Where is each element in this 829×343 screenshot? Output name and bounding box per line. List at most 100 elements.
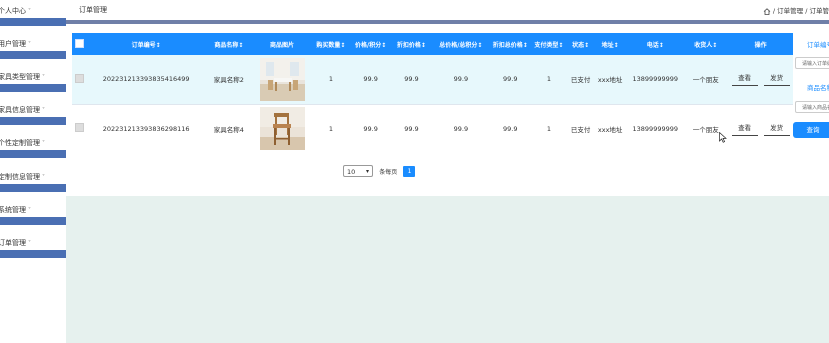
sidebar: 个人中心 ˅ 用户管理 ˅ 家具类型管理 ˅ 家具信息管理 ˅ 个性定制管理 ˅ 定制信息…: [0, 0, 66, 343]
status-cell: 已支付: [570, 76, 591, 85]
sidebar-item-custom-info[interactable]: 定制信息管理 ˅: [0, 166, 66, 192]
column-header-address[interactable]: 地址↕: [594, 33, 626, 55]
sidebar-item-furniture-info[interactable]: 家具信息管理 ˅: [0, 99, 66, 125]
pay-type-cell: 1: [546, 75, 551, 84]
sidebar-item-personal-center[interactable]: 个人中心 ˅: [0, 0, 66, 26]
receiver-cell: 一个朋友: [692, 76, 719, 85]
sidebar-item-label: 定制信息管理 ˅: [0, 173, 45, 181]
sidebar-item-orders[interactable]: 订单管理 ˅: [0, 232, 66, 258]
order-no-search-input[interactable]: 请输入订单编号: [795, 57, 829, 69]
product-name-cell: 家具名称4: [205, 103, 253, 153]
sidebar-item-users[interactable]: 用户管理 ˅: [0, 33, 66, 59]
ship-button[interactable]: 发货: [763, 72, 790, 87]
discount-price-cell: 99.9: [404, 75, 419, 84]
phone-cell: 13899999999: [626, 103, 685, 153]
product-image: [259, 57, 305, 101]
order-no-cell: 2022312133938354164​99: [102, 75, 190, 84]
discount-total-cell: 99.9: [503, 75, 518, 84]
sidebar-divider: [0, 250, 66, 258]
column-header-phone[interactable]: 电话↕: [626, 33, 684, 55]
sidebar-divider: [0, 84, 66, 92]
chevron-down-icon: ˅: [42, 174, 45, 181]
order-no-label: 订单编号: [807, 41, 829, 49]
breadcrumb: / 订单管理 / 订单管: [763, 5, 829, 15]
sidebar-item-label: 家具类型管理 ˅: [0, 73, 45, 81]
sidebar-item-label: 个人中心 ˅: [0, 7, 31, 15]
search-panel: 订单编号 请输入订单编号 商品名称 请输入商品名称 查询: [793, 33, 829, 143]
price-cell: 99.9: [350, 103, 392, 153]
phone-cell: 13899999999: [632, 75, 679, 84]
price-cell: 99.9: [363, 75, 378, 84]
home-icon[interactable]: [763, 7, 771, 15]
row-select-cell[interactable]: [72, 55, 87, 104]
sidebar-item-label: 个性定制管理 ˅: [0, 139, 45, 147]
column-header-product-name[interactable]: 商品名称↕: [205, 33, 252, 55]
row-select-cell[interactable]: [72, 103, 88, 153]
product-image-cell: [252, 103, 312, 153]
product-name-cell: 家具名称2: [213, 76, 244, 85]
ship-button[interactable]: 发货: [763, 122, 790, 136]
page-title: 订单管理: [79, 6, 107, 14]
mouse-cursor-icon: [719, 132, 727, 143]
product-name-search-input[interactable]: 请输入商品名称: [795, 101, 829, 113]
orders-table: 订单编号↕ 商品名称↕ 商品图片 购买数量↕ 价格/积分↕ 折扣价格↕ 总价格/…: [72, 33, 794, 153]
column-header-receiver[interactable]: 收货人↕: [684, 33, 727, 55]
sidebar-divider: [0, 184, 66, 192]
breadcrumb-text[interactable]: / 订单管理 / 订单管: [773, 7, 829, 15]
column-header-quantity[interactable]: 购买数量↕: [312, 33, 351, 55]
sidebar-divider: [0, 217, 66, 225]
search-button[interactable]: 查询: [793, 122, 829, 138]
sidebar-item-furniture-types[interactable]: 家具类型管理 ˅: [0, 66, 66, 92]
quantity-cell: 1: [328, 75, 333, 84]
pay-type-cell: 1: [530, 103, 568, 153]
chevron-down-icon: ˅: [42, 74, 45, 81]
page-size-select[interactable]: 10 ▾: [343, 165, 373, 177]
product-image-cell: [252, 55, 311, 104]
row-checkbox[interactable]: [75, 73, 85, 83]
column-header-price[interactable]: 价格/积分↕: [350, 33, 391, 55]
address-cell: xxx地址: [594, 103, 627, 153]
total-cell: 99.9: [431, 103, 490, 153]
column-header-total[interactable]: 总价格/总积分↕: [432, 33, 490, 55]
actions-cell: 查看 发货: [727, 55, 794, 104]
chevron-down-icon: ˅: [42, 107, 45, 114]
view-button[interactable]: 查看: [731, 72, 758, 87]
chevron-down-icon: ˅: [28, 207, 31, 214]
chevron-down-icon: ▾: [365, 168, 369, 175]
sidebar-item-system[interactable]: 系统管理 ˅: [0, 199, 66, 225]
footer-area: [66, 196, 829, 343]
top-bar: 订单管理 / 订单管理 / 订单管: [66, 0, 829, 20]
select-all-checkbox[interactable]: [75, 38, 85, 48]
column-header-discount-total[interactable]: 折扣总价格↕: [490, 33, 531, 55]
chevron-down-icon: ˅: [42, 140, 45, 147]
table-header-row: 订单编号↕ 商品名称↕ 商品图片 购买数量↕ 价格/积分↕ 折扣价格↕ 总价格/…: [72, 33, 794, 55]
row-checkbox[interactable]: [75, 123, 85, 133]
table-row[interactable]: 2022312133938354164​99 家具名称2: [72, 55, 794, 104]
chevron-down-icon: ˅: [28, 41, 31, 48]
column-header-discount-price[interactable]: 折扣价格↕: [391, 33, 432, 55]
sidebar-item-customization[interactable]: 个性定制管理 ˅: [0, 132, 66, 158]
column-header-product-image: 商品图片: [270, 41, 295, 49]
sidebar-divider: [0, 18, 66, 26]
quantity-cell: 1: [311, 103, 351, 153]
sidebar-item-label: 系统管理 ˅: [0, 206, 31, 214]
view-button[interactable]: 查看: [731, 122, 758, 136]
chevron-down-icon: ˅: [28, 8, 31, 15]
page-button-current[interactable]: 1: [403, 165, 416, 177]
sidebar-divider: [0, 150, 66, 158]
product-name-label: 商品名称: [807, 84, 829, 92]
sidebar-divider: [0, 51, 66, 59]
column-header-pay-type[interactable]: 支付类型↕: [531, 33, 568, 55]
table-row[interactable]: 20223121339383629811​6 家具名称4: [72, 103, 794, 153]
select-all-cell[interactable]: [72, 33, 87, 55]
sidebar-item-label: 用户管理 ˅: [0, 40, 31, 48]
address-cell: xxx地址: [597, 76, 623, 85]
actions-cell: 查看 发货: [727, 103, 794, 153]
column-header-status[interactable]: 状态↕: [567, 33, 594, 55]
pagination: 10 ▾ 条每页 1: [343, 165, 416, 177]
chevron-down-icon: ˅: [28, 240, 31, 247]
sidebar-item-label: 订单管理 ˅: [0, 239, 31, 247]
per-page-label: 条每页: [379, 168, 398, 176]
column-header-order-no[interactable]: 订单编号↕: [87, 33, 205, 55]
order-no-cell: 20223121339383629811​6: [87, 103, 206, 153]
